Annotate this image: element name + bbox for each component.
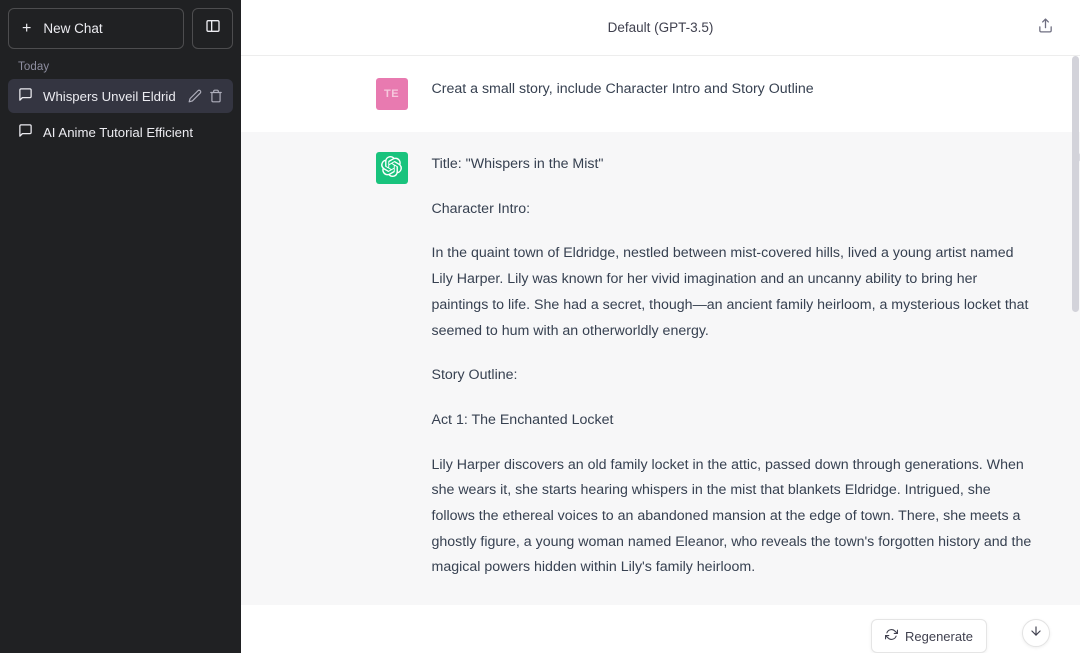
message-text-user: Creat a small story, include Character I… [432,78,1036,110]
paragraph: Act 1: The Enchanted Locket [431,411,614,428]
avatar: TE [375,78,408,110]
chat-bubble-icon [18,123,33,141]
paragraph: Character Intro: [431,200,531,217]
chatgpt-app: + New Chat Today Whispers Unveil Eldrid … [0,0,1080,653]
paragraph: Story Outline: [431,367,518,384]
new-chat-label: New Chat [43,21,103,36]
message-row-user: TE Creat a small story, include Characte… [241,56,1080,132]
sidebar-chat-item-ai-anime[interactable]: AI Anime Tutorial Efficient [8,115,233,149]
message-row-assistant: Title: "Whispers in the Mist" Character … [241,132,1080,606]
pencil-icon[interactable] [188,89,202,103]
sidebar-chat-item-whispers[interactable]: Whispers Unveil Eldrid [8,79,233,113]
chat-history-list: Whispers Unveil Eldrid AI Anime Tutorial… [8,79,233,149]
sidebar-section-label: Today [18,61,50,73]
paragraph: Lily Harper discovers an old family lock… [431,456,1032,576]
share-upload-icon [1037,17,1054,39]
sidebar: + New Chat Today Whispers Unveil Eldrid … [0,0,241,653]
arrow-down-icon [1029,624,1043,643]
paragraph: Title: "Whispers in the Mist" [431,156,604,172]
scrollbar-thumb[interactable] [1072,56,1079,312]
new-chat-button[interactable]: + New Chat [8,8,184,49]
model-title: Default (GPT-3.5) [607,20,714,35]
topbar: Default (GPT-3.5) [241,0,1080,56]
sidebar-toggle-icon [205,18,221,39]
chat-item-actions [188,89,223,103]
regenerate-button[interactable]: Regenerate [871,619,987,653]
openai-logo-icon [381,156,402,180]
paragraph: Creat a small story, include Character I… [431,81,814,97]
paragraph: In the quaint town of Eldridge, nestled … [431,245,1029,339]
scrollbar-track[interactable] [1071,56,1080,653]
regenerate-label: Regenerate [905,628,973,644]
chat-bubble-icon [18,87,33,105]
avatar [375,152,408,184]
plus-icon: + [22,19,32,37]
chat-item-title: AI Anime Tutorial Efficient [43,124,194,140]
share-button[interactable] [1032,15,1058,41]
message-text-assistant: Title: "Whispers in the Mist" Character … [432,152,1036,581]
main-panel: Default (GPT-3.5) TE Creat a small story… [241,0,1080,653]
scroll-to-bottom-button[interactable] [1022,619,1050,647]
sidebar-header: + New Chat [8,8,233,49]
message-thread: TE Creat a small story, include Characte… [241,56,1080,653]
sidebar-toggle-button[interactable] [192,8,233,49]
refresh-icon [885,628,898,644]
chat-item-title: Whispers Unveil Eldrid [43,88,176,104]
trash-icon[interactable] [209,89,223,103]
